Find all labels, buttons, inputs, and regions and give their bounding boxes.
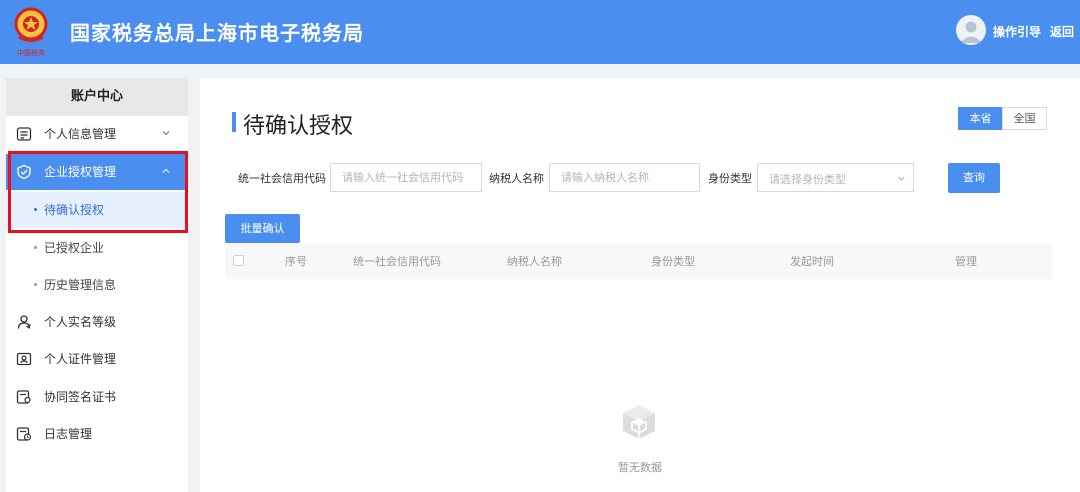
shield-check-icon	[17, 164, 31, 180]
scope-national-button[interactable]: 全国	[1002, 107, 1047, 130]
credit-code-input[interactable]	[330, 163, 482, 192]
column-header-taxpayer-name: 纳税人名称	[507, 255, 562, 268]
tax-emblem-logo: 中国税务	[14, 7, 48, 57]
sidebar-subitem-history[interactable]: 历史管理信息	[6, 267, 188, 303]
certificate-icon	[16, 390, 31, 404]
identity-type-placeholder: 请选择身份类型	[769, 173, 846, 186]
column-header-identity-type: 身份类型	[651, 255, 695, 268]
column-header-credit-code: 统一社会信用代码	[353, 255, 441, 268]
identity-type-label: 身份类型	[708, 172, 752, 185]
sidebar-item-label: 协同签名证书	[44, 390, 117, 404]
sidebar-subitem-pending-auth[interactable]: 待确认授权	[6, 192, 188, 228]
batch-confirm-button[interactable]: 批量确认	[225, 214, 300, 243]
column-header-initiated-time: 发起时间	[790, 255, 834, 268]
sidebar-item-label: 个人证件管理	[44, 352, 117, 366]
sidebar-subitem-label: 待确认授权	[44, 203, 105, 217]
table-header: 序号 统一社会信用代码 纳税人名称 身份类型 发起时间 管理	[225, 243, 1052, 279]
sidebar-item-cosign-certificate[interactable]: 协同签名证书	[6, 379, 188, 415]
bullet-dot-icon	[34, 246, 37, 249]
id-card-icon	[16, 352, 32, 366]
sidebar-item-label: 企业授权管理	[44, 165, 117, 179]
column-header-manage: 管理	[955, 255, 977, 268]
sidebar-item-realname-level[interactable]: 个人实名等级	[6, 304, 188, 340]
search-button[interactable]: 查询	[948, 163, 1000, 193]
sidebar-subitem-label: 历史管理信息	[44, 278, 117, 292]
sidebar: 账户中心 个人信息管理 企业授权管理 待确认授权 已授权企业 历史管理信息 个人…	[6, 78, 188, 492]
sidebar-item-label: 个人实名等级	[44, 315, 117, 329]
guide-link[interactable]: 操作引导	[993, 23, 1041, 40]
person-level-icon	[17, 315, 31, 329]
top-header: 中国税务 国家税务总局上海市电子税务局 操作引导 返回	[0, 0, 1080, 64]
chevron-up-icon	[162, 168, 170, 173]
sidebar-item-label: 日志管理	[44, 427, 93, 441]
sidebar-subitem-authorized-enterprises[interactable]: 已授权企业	[6, 230, 188, 266]
bullet-dot-icon	[34, 283, 37, 286]
empty-state-text: 暂无数据	[618, 461, 662, 474]
sidebar-item-id-documents[interactable]: 个人证件管理	[6, 341, 188, 377]
select-all-checkbox[interactable]	[233, 255, 244, 266]
sidebar-heading: 账户中心	[6, 78, 188, 116]
column-header-index: 序号	[285, 255, 307, 268]
user-avatar-icon	[960, 21, 982, 43]
back-link[interactable]: 返回	[1050, 23, 1074, 40]
profile-card-icon	[16, 127, 32, 141]
taxpayer-name-label: 纳税人名称	[489, 172, 544, 185]
bullet-dot-icon	[34, 208, 37, 211]
log-icon	[16, 427, 32, 441]
identity-type-select[interactable]: 请选择身份类型	[757, 163, 914, 192]
sidebar-item-log-management[interactable]: 日志管理	[6, 416, 188, 452]
sidebar-item-personal-info[interactable]: 个人信息管理	[6, 116, 188, 152]
scope-local-button[interactable]: 本省	[958, 107, 1003, 130]
chevron-down-icon	[162, 131, 170, 136]
sidebar-subitem-label: 已授权企业	[44, 241, 105, 255]
sidebar-item-enterprise-auth[interactable]: 企业授权管理	[6, 154, 188, 190]
avatar[interactable]	[956, 15, 986, 45]
empty-box-icon	[623, 405, 655, 439]
taxpayer-name-input[interactable]	[549, 163, 700, 192]
credit-code-label: 统一社会信用代码	[238, 172, 326, 185]
page-title: 待确认授权	[243, 114, 354, 139]
chevron-down-icon	[898, 176, 905, 181]
svg-text:中国税务: 中国税务	[17, 48, 45, 57]
site-title: 国家税务总局上海市电子税务局	[70, 21, 364, 45]
main-panel: 待确认授权 本省 全国 统一社会信用代码 纳税人名称 身份类型 请选择身份类型 …	[200, 78, 1080, 492]
sidebar-item-label: 个人信息管理	[44, 127, 117, 141]
title-accent-bar	[232, 112, 236, 132]
